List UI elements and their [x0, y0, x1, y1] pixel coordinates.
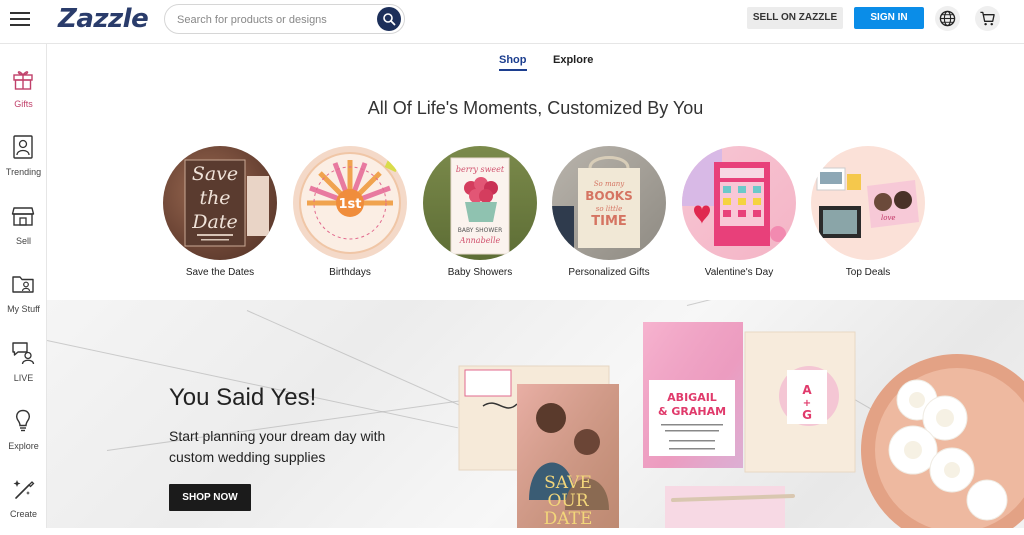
search-icon: [383, 13, 396, 26]
svg-text:BOOKS: BOOKS: [585, 189, 633, 203]
save-date-text-2: OUR: [547, 491, 589, 511]
sidebar-label-gifts: Gifts: [14, 99, 33, 109]
category-valentines-day[interactable]: Valentine's Day: [682, 146, 796, 278]
category-label-baby-showers: Baby Showers: [447, 267, 513, 278]
trending-icon: [13, 135, 33, 159]
category-image-valentines-day: [682, 146, 796, 260]
language-button[interactable]: [935, 6, 960, 31]
search-input[interactable]: [177, 10, 377, 29]
wedding-stationery-image: SAVE OUR DATE ABIGAIL & GRAHAM A + G: [458, 322, 1024, 528]
category-label-save-the-dates: Save the Dates: [185, 267, 255, 278]
svg-text:TIME: TIME: [591, 214, 627, 229]
sidebar-label-sell: Sell: [15, 236, 31, 246]
sidebar-item-live[interactable]: LIVE: [0, 339, 47, 399]
sign-in-button[interactable]: SIGN IN: [854, 7, 924, 29]
menu-icon[interactable]: [10, 10, 32, 28]
magic-pen-icon: [13, 480, 35, 499]
gift-icon: [13, 71, 33, 90]
category-image-personalized-gifts: So many BOOKS so little TIME: [552, 146, 666, 260]
category-save-the-dates[interactable]: Save the Date Save the Dates: [163, 146, 277, 278]
category-label-valentines-day: Valentine's Day: [704, 267, 774, 278]
category-birthdays[interactable]: 1st Birthdays: [293, 146, 407, 278]
page-headline: All Of Life's Moments, Customized By You: [367, 98, 704, 118]
search-bar: [164, 4, 405, 34]
category-personalized-gifts[interactable]: So many BOOKS so little TIME Personalize…: [552, 146, 666, 278]
sidebar-item-my-stuff[interactable]: My Stuff: [0, 270, 47, 330]
tab-shop[interactable]: Shop: [499, 54, 527, 71]
hero-subtitle: Start planning your dream day with custo…: [169, 428, 386, 465]
category-baby-showers[interactable]: berry sweet BABY SHOWER Annabelle Baby S…: [423, 146, 537, 278]
svg-text:1st: 1st: [339, 197, 362, 212]
cart-button[interactable]: [975, 6, 1000, 31]
sidebar-label-create: Create: [9, 509, 37, 519]
initials-bottom: G: [802, 408, 812, 422]
sidebar-item-gifts[interactable]: Gifts: [0, 65, 47, 125]
lightbulb-icon: [16, 409, 30, 432]
svg-text:berry sweet: berry sweet: [456, 165, 505, 174]
category-image-top-deals: love: [811, 146, 925, 260]
svg-text:Annabelle: Annabelle: [459, 236, 501, 245]
sidebar-label-trending: Trending: [5, 167, 42, 177]
left-sidebar: Gifts Trending Sell My Stuff LIVE Explor…: [0, 44, 47, 528]
sidebar-label-my-stuff: My Stuff: [7, 304, 40, 314]
category-label-top-deals: Top Deals: [845, 267, 891, 278]
svg-text:the: the: [199, 187, 230, 209]
category-image-save-the-dates: Save the Date: [163, 146, 277, 260]
sidebar-label-explore: Explore: [8, 441, 39, 451]
search-button[interactable]: [377, 7, 401, 31]
live-chat-icon: [12, 342, 35, 365]
shop-now-button[interactable]: SHOP NOW: [169, 484, 251, 511]
category-image-birthdays: 1st: [293, 146, 407, 260]
cart-icon: [980, 11, 995, 26]
sidebar-item-explore[interactable]: Explore: [0, 407, 47, 467]
sidebar-item-sell[interactable]: Sell: [0, 202, 47, 262]
main-content: Shop Explore All Of Life's Moments, Cust…: [47, 44, 1024, 528]
wedding-hero-banner: You Said Yes! Start planning your dream …: [47, 300, 1024, 528]
store-icon: [11, 207, 35, 226]
top-header: Zazzle SELL ON ZAZZLE SIGN IN: [0, 0, 1024, 44]
sell-on-zazzle-button[interactable]: SELL ON ZAZZLE: [747, 7, 843, 29]
svg-text:so little: so little: [596, 205, 623, 213]
svg-text:love: love: [881, 214, 896, 222]
sidebar-label-live: LIVE: [13, 373, 34, 383]
folder-user-icon: [12, 276, 34, 293]
invite-names-2: & GRAHAM: [658, 405, 726, 418]
category-image-baby-showers: berry sweet BABY SHOWER Annabelle: [423, 146, 537, 260]
globe-icon: [939, 10, 956, 27]
sidebar-item-trending[interactable]: Trending: [0, 133, 47, 193]
svg-text:Date: Date: [191, 211, 237, 233]
sidebar-item-create[interactable]: Create: [0, 475, 47, 535]
svg-text:BABY SHOWER: BABY SHOWER: [458, 227, 503, 234]
zazzle-logo[interactable]: Zazzle: [58, 4, 149, 34]
save-date-text-1: SAVE: [544, 473, 592, 493]
shop-explore-tabs: Shop Explore: [47, 54, 1024, 76]
category-label-birthdays: Birthdays: [329, 267, 371, 278]
invite-names-1: ABIGAIL: [667, 391, 717, 404]
category-top-deals[interactable]: love Top Deals: [811, 146, 925, 278]
initials-top: A: [802, 383, 812, 397]
svg-text:So many: So many: [594, 180, 626, 188]
tab-explore[interactable]: Explore: [553, 54, 593, 66]
svg-text:Save: Save: [192, 163, 238, 185]
hero-title: You Said Yes!: [169, 384, 317, 411]
category-label-personalized-gifts: Personalized Gifts: [568, 267, 650, 278]
save-date-text-3: DATE: [544, 509, 593, 528]
